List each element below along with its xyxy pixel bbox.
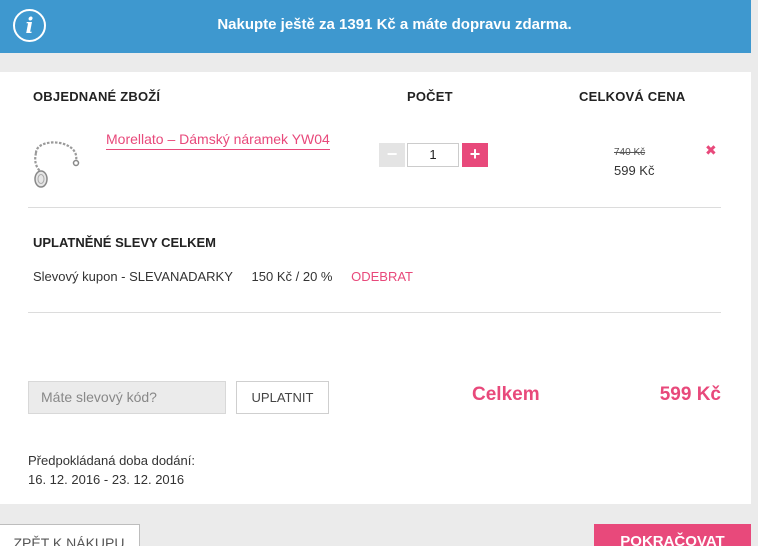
column-header-quantity: POČET (407, 89, 453, 104)
discounts-title: UPLATNĚNÉ SLEVY CELKEM (33, 235, 216, 250)
back-to-shop-button[interactable]: ZPĚT K NÁKUPU (0, 524, 140, 546)
total-label: Celkem (472, 384, 540, 405)
apply-coupon-button[interactable]: UPLATNIT (236, 381, 329, 414)
delivery-label: Předpokládaná doba dodání: (28, 453, 195, 468)
discount-row: Slevový kupon - SLEVANADARKY 150 Kč / 20… (33, 269, 413, 284)
coupon-code-input[interactable]: Máte slevový kód? (28, 381, 226, 414)
cart-panel: OBJEDNANÉ ZBOŽÍ POČET CELKOVÁ CENA Morel… (0, 72, 751, 504)
discount-amount: 150 Kč / 20 % (251, 269, 333, 284)
column-header-item: OBJEDNANÉ ZBOŽÍ (33, 89, 161, 104)
total-value: 599 Kč (659, 384, 721, 405)
banner-message: Nakupte ještě za 1391 Kč a máte dopravu … (217, 16, 572, 33)
item-price: 599 Kč (614, 163, 655, 178)
product-image[interactable] (28, 139, 84, 189)
remove-discount-link[interactable]: ODEBRAT (351, 269, 413, 284)
continue-button[interactable]: POKRAČOVAT (594, 524, 751, 546)
quantity-input[interactable]: 1 (407, 143, 459, 167)
delivery-date: 16. 12. 2016 - 23. 12. 2016 (28, 472, 185, 487)
original-price: 740 Kč (614, 147, 646, 158)
increase-quantity-button[interactable]: + (462, 143, 488, 167)
remove-item-icon[interactable]: ✖ (705, 142, 717, 159)
discount-label: Slevový kupon - SLEVANADARKY (33, 269, 233, 284)
free-shipping-banner: i Nakupte ještě za 1391 Kč a máte doprav… (0, 0, 751, 53)
decrease-quantity-button[interactable]: − (379, 143, 405, 167)
product-link[interactable]: Morellato – Dámský náramek YW04 (106, 131, 330, 150)
divider (28, 312, 721, 313)
divider (28, 207, 721, 208)
column-header-total: CELKOVÁ CENA (579, 89, 686, 104)
